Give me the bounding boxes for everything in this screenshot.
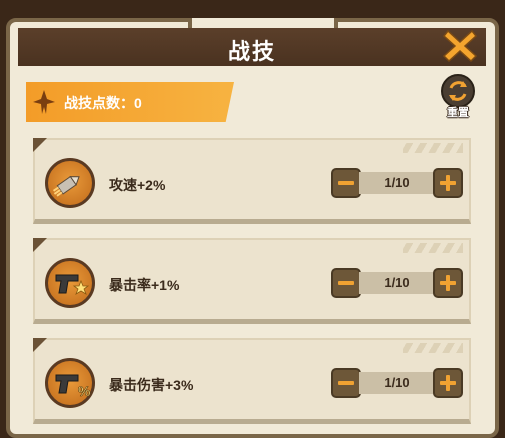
card-stripe xyxy=(403,143,463,153)
decrease-button[interactable] xyxy=(331,168,361,198)
close-icon xyxy=(442,29,478,63)
level-display: 1/10 xyxy=(359,372,435,394)
card-stripe xyxy=(403,243,463,253)
winged-emblem-icon xyxy=(33,90,55,114)
skill-name: 暴击率+1% xyxy=(109,277,180,293)
skill-card-attack-speed: 攻速+2% 1/10 xyxy=(33,138,471,224)
skill-card-crit-damage: % 暴击伤害+3% 1/10 xyxy=(33,338,471,424)
reset-button[interactable]: 重置 xyxy=(440,74,476,122)
decrease-button[interactable] xyxy=(331,268,361,298)
svg-text:%: % xyxy=(78,383,91,399)
level-value: 1/10 xyxy=(384,175,410,190)
increase-button[interactable] xyxy=(433,268,463,298)
level-value: 1/10 xyxy=(384,275,410,290)
level-value: 1/10 xyxy=(384,375,410,390)
increase-button[interactable] xyxy=(433,368,463,398)
page-title: 战技 xyxy=(227,39,276,64)
pistol-star-icon xyxy=(45,258,95,308)
panel-header: 战技 xyxy=(18,28,486,66)
skill-name: 攻速+2% xyxy=(109,177,166,193)
decrease-button[interactable] xyxy=(331,368,361,398)
card-corner xyxy=(33,138,47,152)
bullet-icon xyxy=(45,158,95,208)
skill-name: 暴击伤害+3% xyxy=(109,377,194,393)
card-stripe xyxy=(403,343,463,353)
pistol-percent-icon: % xyxy=(45,358,95,408)
reset-label: 重置 xyxy=(447,107,469,119)
level-display: 1/10 xyxy=(359,172,435,194)
skill-card-crit-rate: 暴击率+1% 1/10 xyxy=(33,238,471,324)
increase-button[interactable] xyxy=(433,168,463,198)
card-corner xyxy=(33,238,47,252)
skill-points-label: 战技点数：0 xyxy=(64,95,142,111)
card-corner xyxy=(33,338,47,352)
skill-points-banner: 战技点数：0 xyxy=(26,82,234,122)
reset-icon xyxy=(441,74,475,108)
close-button[interactable] xyxy=(442,28,478,64)
level-display: 1/10 xyxy=(359,272,435,294)
